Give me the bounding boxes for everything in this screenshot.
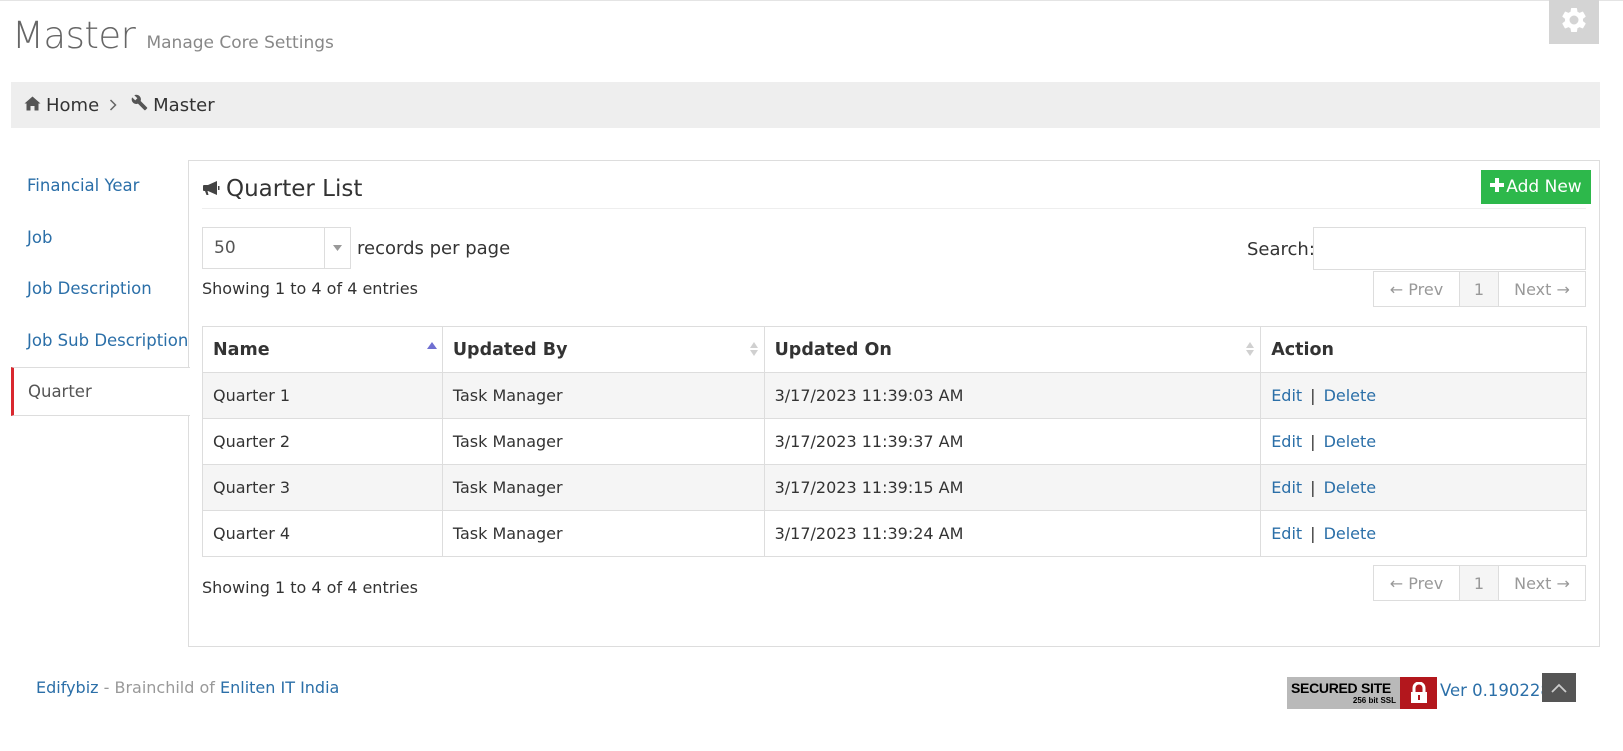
ssl-sub-text: 256 bit SSL <box>1352 696 1396 705</box>
page-1-button[interactable]: 1 <box>1460 566 1499 600</box>
cell-name: Quarter 2 <box>202 418 443 465</box>
delete-link[interactable]: Delete <box>1324 432 1377 451</box>
sort-asc-icon <box>426 339 438 364</box>
footer-company-link[interactable]: Enliten IT India <box>220 678 339 697</box>
prev-page-button[interactable]: ← Prev <box>1374 272 1460 306</box>
edit-link[interactable]: Edit <box>1271 432 1302 451</box>
caret-down-icon <box>324 228 350 268</box>
column-header-action: Action <box>1260 326 1587 373</box>
plus-icon <box>1490 177 1505 197</box>
delete-link[interactable]: Delete <box>1324 478 1377 497</box>
search-input[interactable] <box>1313 227 1586 270</box>
bullhorn-icon <box>202 176 220 202</box>
breadcrumb: Home Master <box>11 82 1600 128</box>
action-separator: | <box>1310 386 1316 405</box>
records-per-page-value: 50 <box>214 238 236 258</box>
footer-text: - Brainchild of <box>98 678 220 697</box>
top-border <box>0 0 1623 1</box>
sidebar-item-job-sub-description[interactable]: Job Sub Description <box>11 315 189 367</box>
breadcrumb-master-label: Master <box>153 94 215 116</box>
cell-action: Edit | Delete <box>1260 510 1587 557</box>
page-title: Master <box>12 14 136 57</box>
pagination-top: ← Prev 1 Next → <box>1373 271 1586 307</box>
sort-both-icon <box>748 339 760 364</box>
cell-action: Edit | Delete <box>1260 372 1587 419</box>
page-1-button[interactable]: 1 <box>1460 272 1499 306</box>
quarter-table: Name Updated By Updated On Action Quarte… <box>202 326 1587 557</box>
records-per-page-label: records per page <box>357 238 511 259</box>
edit-link[interactable]: Edit <box>1271 478 1302 497</box>
cell-action: Edit | Delete <box>1260 418 1587 465</box>
cell-name: Quarter 3 <box>202 464 443 511</box>
sidebar-item-financial-year[interactable]: Financial Year <box>11 160 189 212</box>
breadcrumb-home-label: Home <box>46 94 100 116</box>
cell-name: Quarter 1 <box>202 372 443 419</box>
edit-link[interactable]: Edit <box>1271 524 1302 543</box>
gear-icon <box>1559 5 1589 39</box>
panel-caption: Quarter List <box>202 176 362 202</box>
action-separator: | <box>1310 524 1316 543</box>
cell-updated-by: Task Manager <box>441 372 765 419</box>
table-info-bottom: Showing 1 to 4 of 4 entries <box>202 578 418 597</box>
search-label: Search: <box>1247 239 1315 260</box>
footer: Edifybiz - Brainchild of Enliten IT Indi… <box>36 678 339 697</box>
chevron-up-icon <box>1551 678 1567 697</box>
action-separator: | <box>1310 478 1316 497</box>
add-new-button[interactable]: Add New <box>1481 170 1591 204</box>
settings-button[interactable] <box>1549 0 1599 44</box>
table-info-top: Showing 1 to 4 of 4 entries <box>202 279 418 298</box>
wrench-icon <box>131 94 148 116</box>
delete-link[interactable]: Delete <box>1324 524 1377 543</box>
quarter-list-panel: Quarter List Add New 50 records per page… <box>188 160 1600 647</box>
cell-name: Quarter 4 <box>202 510 443 557</box>
version-link[interactable]: Ver 0.190228 <box>1440 681 1551 700</box>
table-row: Quarter 4 Task Manager 3/17/2023 11:39:2… <box>202 510 1587 557</box>
ssl-badge: SECURED SITE 256 bit SSL <box>1287 677 1437 709</box>
add-new-label: Add New <box>1506 177 1582 197</box>
pagination-bottom: ← Prev 1 Next → <box>1373 565 1586 601</box>
edit-link[interactable]: Edit <box>1271 386 1302 405</box>
chevron-right-icon <box>109 99 117 111</box>
ssl-text: SECURED SITE 256 bit SSL <box>1287 677 1400 709</box>
sort-both-icon <box>1244 339 1256 364</box>
panel-header: Quarter List <box>202 169 1586 209</box>
prev-page-button[interactable]: ← Prev <box>1374 566 1460 600</box>
action-separator: | <box>1310 432 1316 451</box>
footer-brand-link[interactable]: Edifybiz <box>36 678 99 697</box>
table-row: Quarter 1 Task Manager 3/17/2023 11:39:0… <box>202 372 1587 419</box>
table-row: Quarter 2 Task Manager 3/17/2023 11:39:3… <box>202 418 1587 465</box>
cell-updated-on: 3/17/2023 11:39:24 AM <box>763 510 1262 557</box>
home-icon <box>24 95 41 116</box>
cell-updated-on: 3/17/2023 11:39:03 AM <box>763 372 1262 419</box>
table-header-row: Name Updated By Updated On Action <box>202 326 1587 373</box>
breadcrumb-master[interactable]: Master <box>131 94 215 116</box>
delete-link[interactable]: Delete <box>1324 386 1377 405</box>
table-row: Quarter 3 Task Manager 3/17/2023 11:39:1… <box>202 464 1587 511</box>
sidebar-item-job[interactable]: Job <box>11 212 189 264</box>
next-page-button[interactable]: Next → <box>1499 272 1585 306</box>
page-header: Master Manage Core Settings <box>12 14 334 57</box>
page-subtitle: Manage Core Settings <box>146 33 334 53</box>
cell-updated-by: Task Manager <box>441 464 765 511</box>
sidebar: Financial Year Job Job Description Job S… <box>11 160 190 416</box>
sidebar-item-quarter[interactable]: Quarter <box>11 367 190 416</box>
cell-updated-by: Task Manager <box>441 510 765 557</box>
cell-updated-on: 3/17/2023 11:39:15 AM <box>763 464 1262 511</box>
panel-title: Quarter List <box>226 175 363 202</box>
column-header-updated-by[interactable]: Updated By <box>441 326 765 373</box>
cell-action: Edit | Delete <box>1260 464 1587 511</box>
ssl-main-text: SECURED SITE <box>1291 680 1391 696</box>
next-page-button[interactable]: Next → <box>1499 566 1585 600</box>
scroll-to-top-button[interactable] <box>1542 673 1576 702</box>
sidebar-item-job-description[interactable]: Job Description <box>11 263 189 315</box>
records-per-page-select[interactable]: 50 <box>202 227 351 269</box>
column-header-name[interactable]: Name <box>202 326 443 373</box>
breadcrumb-home[interactable]: Home <box>24 95 99 116</box>
column-header-updated-on[interactable]: Updated On <box>763 326 1262 373</box>
cell-updated-on: 3/17/2023 11:39:37 AM <box>763 418 1262 465</box>
lock-icon <box>1400 677 1437 709</box>
cell-updated-by: Task Manager <box>441 418 765 465</box>
